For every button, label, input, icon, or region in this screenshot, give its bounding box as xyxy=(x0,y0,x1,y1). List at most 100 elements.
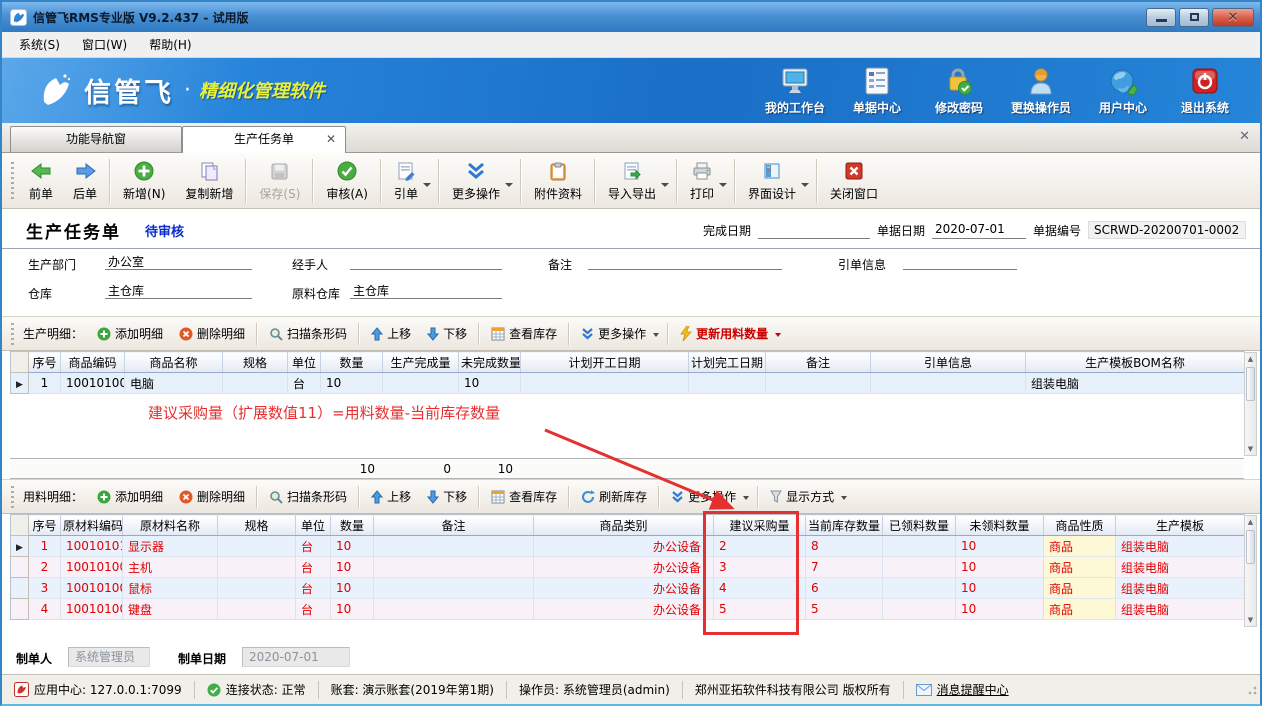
workbench-button[interactable]: 我的工作台 xyxy=(754,64,836,116)
tab-navigation-pane[interactable]: 功能导航窗 xyxy=(10,126,182,152)
cell[interactable]: 10 xyxy=(956,599,1044,620)
mat-scan-barcode-button[interactable]: 扫描条形码 xyxy=(261,484,355,509)
cell[interactable]: 组装电脑 xyxy=(1116,536,1245,557)
prod-more-operations-button[interactable]: 更多操作 xyxy=(573,321,664,346)
col-header[interactable]: 商品名称 xyxy=(125,352,223,373)
cell[interactable]: 100101010 xyxy=(61,536,123,557)
col-header[interactable]: 数量 xyxy=(321,352,383,373)
exit-system-button[interactable]: 退出系统 xyxy=(1164,64,1246,116)
cell[interactable]: 办公设备 xyxy=(534,578,714,599)
scroll-down-icon[interactable]: ▼ xyxy=(1245,445,1256,453)
menu-help[interactable]: 帮助(H) xyxy=(138,33,202,56)
cell[interactable]: 5 xyxy=(714,599,806,620)
cell[interactable]: 4 xyxy=(714,578,806,599)
cell[interactable] xyxy=(383,373,459,394)
col-header[interactable]: 引单信息 xyxy=(871,352,1026,373)
cell[interactable]: 办公设备 xyxy=(534,557,714,578)
cell[interactable] xyxy=(871,373,1026,394)
prod-add-row-button[interactable]: 添加明细 xyxy=(89,321,171,346)
cell[interactable]: 台 xyxy=(296,599,331,620)
cell[interactable]: 6 xyxy=(806,578,883,599)
col-header[interactable]: 序号 xyxy=(29,352,61,373)
cell[interactable] xyxy=(218,557,296,578)
col-header[interactable]: 单位 xyxy=(296,515,331,536)
cell[interactable]: 10 xyxy=(956,536,1044,557)
cell[interactable]: 1 xyxy=(29,373,61,394)
col-header[interactable]: 生产模板BOM名称 xyxy=(1026,352,1245,373)
cell[interactable]: 3 xyxy=(29,578,61,599)
cell[interactable]: 商品 xyxy=(1044,536,1116,557)
col-header[interactable]: 数量 xyxy=(331,515,374,536)
cell[interactable]: 商品 xyxy=(1044,557,1116,578)
col-header[interactable]: 原材料名称 xyxy=(123,515,218,536)
col-header[interactable]: 计划完工日期 xyxy=(689,352,766,373)
cell[interactable]: 100101007 xyxy=(61,599,123,620)
cell[interactable] xyxy=(218,536,296,557)
minimize-button[interactable] xyxy=(1146,8,1176,27)
col-header[interactable]: 计划开工日期 xyxy=(521,352,689,373)
mat-refresh-stock-button[interactable]: 刷新库存 xyxy=(573,484,655,509)
col-header[interactable]: 商品编码 xyxy=(61,352,125,373)
production-scrollbar[interactable]: ▲ ▼ xyxy=(1244,352,1257,456)
scroll-thumb[interactable] xyxy=(1246,530,1255,564)
cell[interactable]: 主机 xyxy=(123,557,218,578)
cell[interactable]: 7 xyxy=(806,557,883,578)
ui-design-button[interactable]: 界面设计 xyxy=(738,156,814,206)
save-button[interactable]: 保存(S) xyxy=(249,156,310,206)
cell[interactable]: 显示器 xyxy=(123,536,218,557)
cell[interactable]: 鼠标 xyxy=(123,578,218,599)
tab-production-task[interactable]: 生产任务单 ✕ xyxy=(182,126,346,153)
update-material-qty-button[interactable]: 更新用料数量 xyxy=(672,321,786,346)
cell[interactable] xyxy=(883,557,956,578)
document-center-button[interactable]: 单据中心 xyxy=(836,64,918,116)
prod-move-down-button[interactable]: 下移 xyxy=(419,321,475,346)
cell[interactable]: 台 xyxy=(296,578,331,599)
print-button[interactable]: 打印 xyxy=(680,156,732,206)
cell[interactable]: 10 xyxy=(956,578,1044,599)
prev-doc-button[interactable]: 前单 xyxy=(19,156,63,206)
col-header[interactable]: 商品性质 xyxy=(1044,515,1116,536)
attachments-button[interactable]: 附件资料 xyxy=(524,156,592,206)
col-header[interactable]: 未领料数量 xyxy=(956,515,1044,536)
col-header[interactable]: 规格 xyxy=(218,515,296,536)
production-row[interactable]: ▶ 1 100101006 电脑 台 10 10 组装电脑 xyxy=(11,373,1245,394)
raw-warehouse-field[interactable]: 主仓库 xyxy=(350,282,502,299)
close-button[interactable]: ✕ xyxy=(1212,8,1254,27)
cell[interactable] xyxy=(689,373,766,394)
cell[interactable]: 2 xyxy=(714,536,806,557)
prod-scan-barcode-button[interactable]: 扫描条形码 xyxy=(261,321,355,346)
cell[interactable]: 办公设备 xyxy=(534,599,714,620)
menu-system[interactable]: 系统(S) xyxy=(8,33,71,56)
mat-move-down-button[interactable]: 下移 xyxy=(419,484,475,509)
material-row[interactable]: 4100101007键盘台10办公设备5510商品组装电脑 xyxy=(11,599,1245,620)
cell[interactable]: 2 xyxy=(29,557,61,578)
col-header[interactable]: 生产完成量 xyxy=(383,352,459,373)
display-mode-button[interactable]: 显示方式 xyxy=(762,484,852,509)
dept-field[interactable]: 办公室 xyxy=(105,253,252,270)
material-row[interactable]: 2100101009主机台10办公设备3710商品组装电脑 xyxy=(11,557,1245,578)
col-header[interactable]: 建议采购量 xyxy=(714,515,806,536)
user-center-button[interactable]: 用户中心 xyxy=(1082,64,1164,116)
cell[interactable]: 8 xyxy=(806,536,883,557)
cell[interactable]: 10 xyxy=(331,578,374,599)
cell[interactable]: 组装电脑 xyxy=(1116,557,1245,578)
cell[interactable]: 电脑 xyxy=(125,373,223,394)
col-header[interactable]: 备注 xyxy=(374,515,534,536)
restore-button[interactable] xyxy=(1179,8,1209,27)
col-header[interactable]: 单位 xyxy=(288,352,321,373)
cell[interactable] xyxy=(223,373,288,394)
pull-doc-button[interactable]: 引单 xyxy=(384,156,436,206)
scroll-up-icon[interactable]: ▲ xyxy=(1245,355,1256,363)
mat-delete-row-button[interactable]: 删除明细 xyxy=(171,484,253,509)
cell[interactable]: 1 xyxy=(29,536,61,557)
cell[interactable] xyxy=(374,578,534,599)
tab-close-icon[interactable]: ✕ xyxy=(326,127,336,152)
cell[interactable] xyxy=(521,373,689,394)
cell[interactable]: 办公设备 xyxy=(534,536,714,557)
cell[interactable]: 10 xyxy=(459,373,521,394)
col-header[interactable]: 当前库存数量 xyxy=(806,515,883,536)
import-export-button[interactable]: 导入导出 xyxy=(598,156,674,206)
close-window-button[interactable]: 关闭窗口 xyxy=(820,156,888,206)
cell[interactable]: 100101009 xyxy=(61,557,123,578)
cell[interactable]: 100101008 xyxy=(61,578,123,599)
